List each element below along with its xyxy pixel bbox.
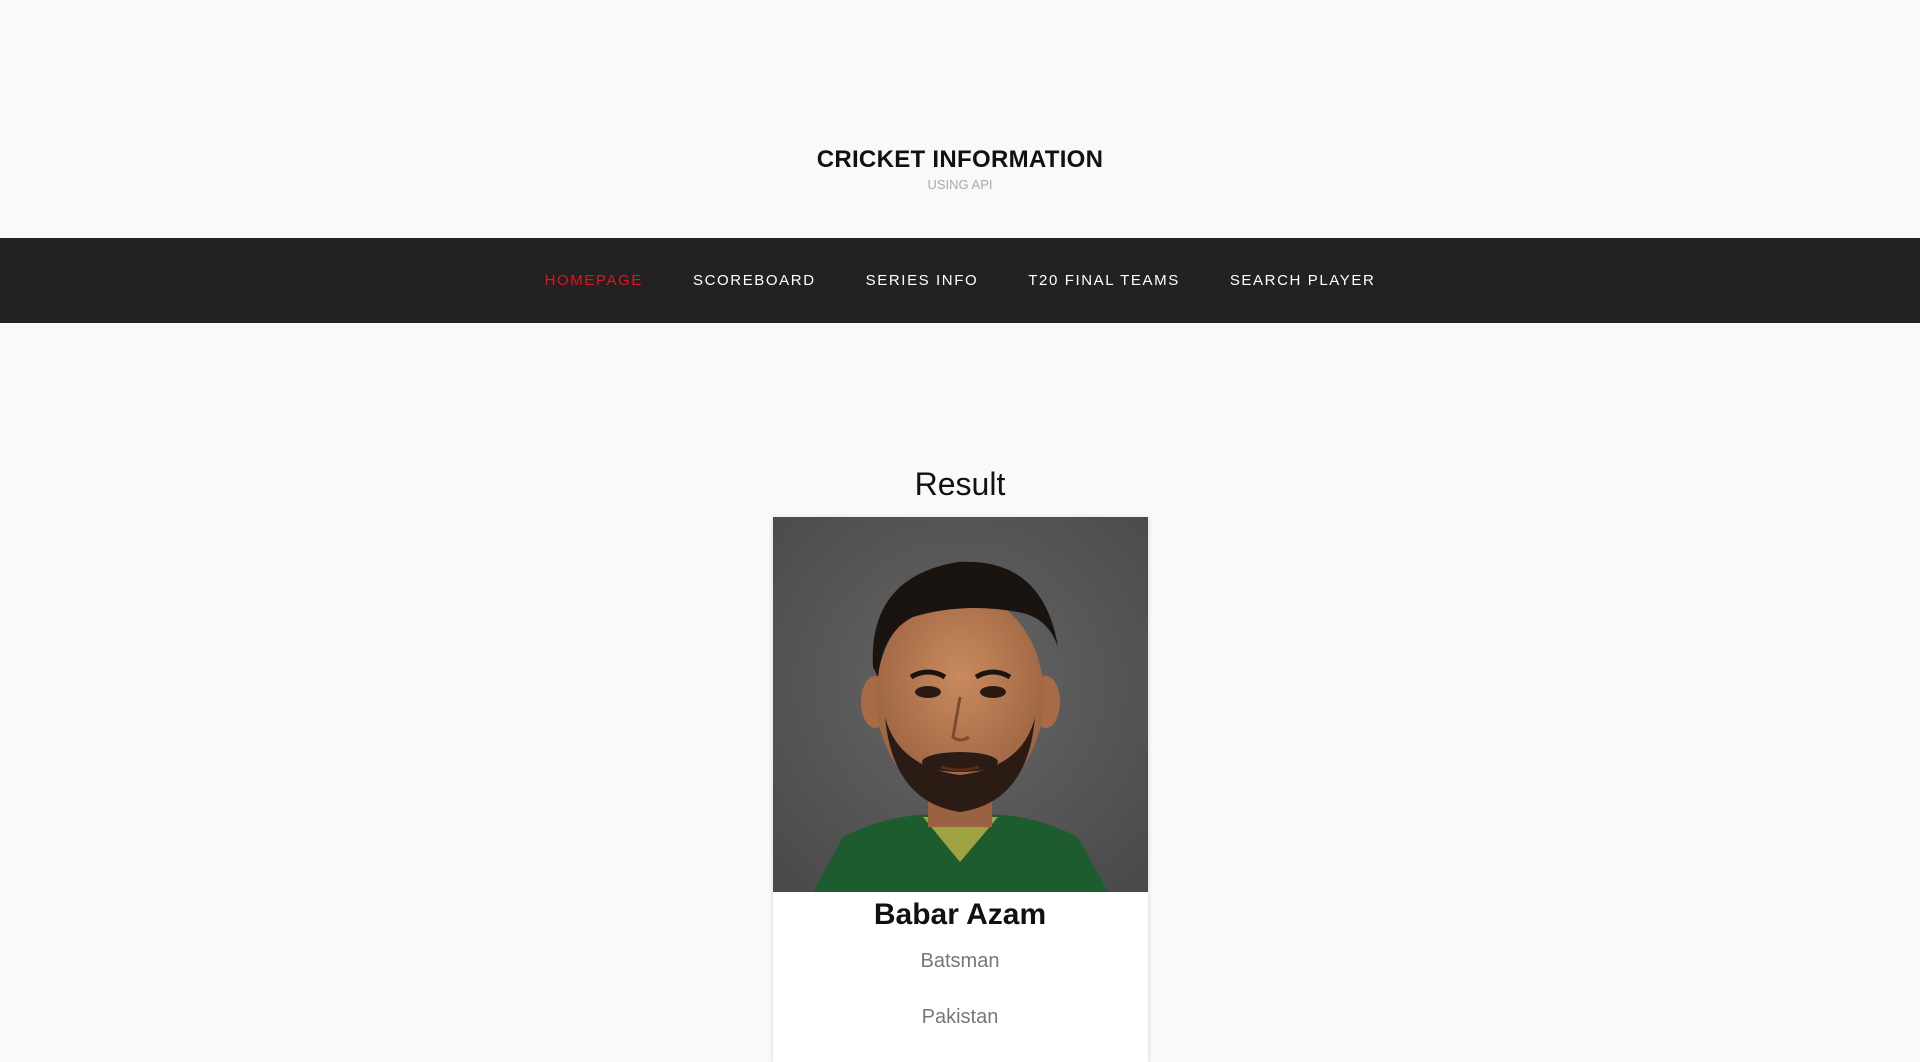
player-card: Babar Azam Batsman Pakistan <box>772 517 1148 1062</box>
result-heading: Result <box>914 466 1006 502</box>
player-photo <box>772 517 1148 892</box>
nav-series-info[interactable]: SERIES INFO <box>866 272 979 289</box>
player-name: Babar Azam <box>873 898 1047 931</box>
player-role: Batsman <box>920 950 1000 972</box>
site-header: CRICKET INFORMATION USING API <box>0 0 1920 238</box>
main-content: Result Babar Azam Batsman Pakistan <box>0 323 1920 1062</box>
nav-scoreboard[interactable]: SCOREBOARD <box>693 272 816 289</box>
main-navbar: HOMEPAGE SCOREBOARD SERIES INFO T20 FINA… <box>0 238 1920 323</box>
site-title: CRICKET INFORMATION <box>816 146 1104 173</box>
nav-t20-final-teams[interactable]: T20 FINAL TEAMS <box>1028 272 1180 289</box>
nav-search-player[interactable]: SEARCH PLAYER <box>1230 272 1376 289</box>
site-tagline: USING API <box>927 177 993 192</box>
player-country: Pakistan <box>921 1006 999 1028</box>
nav-homepage[interactable]: HOMEPAGE <box>545 272 643 289</box>
